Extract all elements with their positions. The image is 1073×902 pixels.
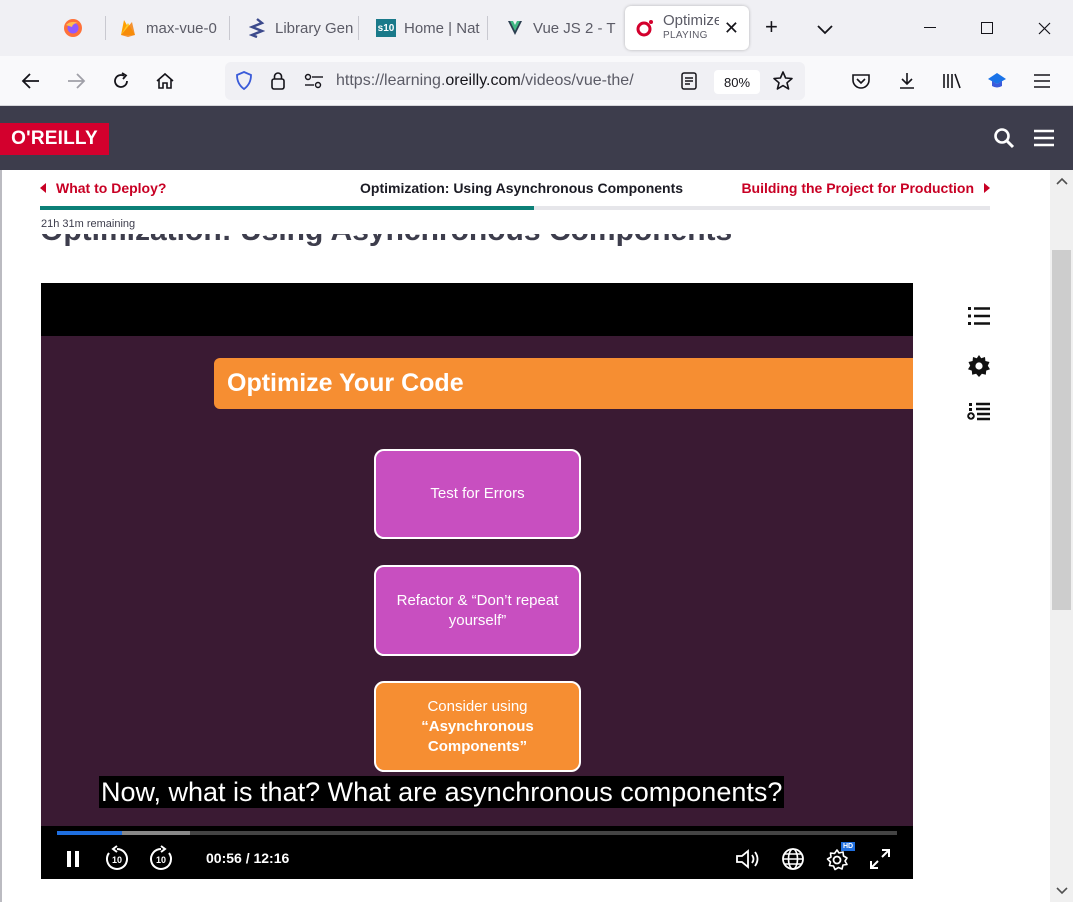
hamburger-menu-icon[interactable]: [1032, 126, 1056, 150]
video-timecode: 00:56 / 12:16: [206, 850, 290, 866]
rewind-10-icon[interactable]: 10: [103, 845, 131, 872]
extension-icon[interactable]: [983, 67, 1011, 95]
reload-icon[interactable]: [107, 67, 135, 95]
time-remaining: 21h 31m remaining: [41, 218, 136, 230]
bookmark-star-icon[interactable]: [772, 70, 794, 97]
oreilly-icon: [635, 18, 655, 38]
table-of-contents-icon[interactable]: [966, 303, 992, 329]
slide-box-test-errors: Test for Errors: [374, 449, 581, 539]
pocket-icon[interactable]: [847, 67, 875, 95]
lock-icon[interactable]: [269, 71, 287, 96]
add-to-playlist-icon[interactable]: [966, 399, 992, 425]
maximize-icon[interactable]: [964, 10, 1010, 46]
seek-bar[interactable]: [57, 831, 897, 835]
reader-view-icon[interactable]: [680, 71, 698, 96]
app-menu-icon[interactable]: [1028, 67, 1056, 95]
url-text[interactable]: https://learning.oreilly.com/videos/vue-…: [336, 72, 676, 90]
course-progress-fill: [40, 206, 534, 210]
tab-firefox[interactable]: [48, 6, 106, 50]
tab-library-genesis[interactable]: Library Gen: [247, 6, 359, 50]
tab-close-icon[interactable]: ✕: [724, 18, 739, 39]
current-lesson-title: Optimization: Using Asynchronous Compone…: [360, 180, 684, 196]
subtitle-caption: Now, what is that? What are asynchronous…: [99, 776, 785, 808]
vue-icon: [505, 18, 525, 38]
hd-badge: HD: [841, 842, 856, 851]
s10-icon: s10: [376, 19, 396, 37]
library-icon[interactable]: [938, 67, 966, 95]
oreilly-logo[interactable]: O'REILLY: [0, 123, 109, 155]
video-control-bar: 10 10 00:56 / 12:16 HD: [41, 826, 913, 879]
next-lesson-link[interactable]: Building the Project for Production: [741, 180, 990, 196]
home-icon[interactable]: [151, 67, 179, 95]
arrow-right-icon: [984, 183, 990, 193]
slide-box-async-components: Consider using “Asynchronous Components”: [374, 681, 581, 772]
permissions-icon[interactable]: [303, 73, 325, 94]
video-frame: Optimize Your Code Test for Errors Refac…: [41, 336, 913, 826]
tab-vue-js[interactable]: Vue JS 2 - T: [505, 6, 617, 50]
close-window-icon[interactable]: [1021, 10, 1067, 46]
search-icon[interactable]: [992, 126, 1016, 150]
tab-home-nat[interactable]: s10 Home | Nat: [376, 6, 488, 50]
scroll-down-icon[interactable]: [1054, 883, 1069, 898]
main-content: What to Deploy? Optimization: Using Asyn…: [0, 170, 1050, 902]
forward-icon[interactable]: [62, 67, 90, 95]
slide-box-refactor: Refactor & “Don’t repeat yourself”: [374, 565, 581, 656]
firebase-icon: [118, 18, 138, 38]
downloads-icon[interactable]: [893, 67, 921, 95]
tab-max-vue[interactable]: max-vue-0: [118, 6, 230, 50]
player-settings-gear-icon[interactable]: [966, 353, 992, 379]
forward-10-icon[interactable]: 10: [147, 845, 175, 872]
seek-played: [57, 831, 122, 835]
settings-gear-icon[interactable]: HD: [823, 842, 856, 872]
fullscreen-icon[interactable]: [867, 846, 893, 872]
navigation-toolbar: https://learning.oreilly.com/videos/vue-…: [0, 56, 1073, 106]
scroll-up-icon[interactable]: [1054, 173, 1069, 188]
firefox-icon: [63, 18, 83, 38]
scroll-thumb[interactable]: [1052, 250, 1071, 610]
new-tab-icon[interactable]: +: [765, 14, 778, 40]
page-title: Optimization: Using Asynchronous Compone…: [40, 234, 732, 264]
previous-lesson-link[interactable]: What to Deploy?: [40, 180, 166, 196]
list-all-tabs-icon[interactable]: [816, 16, 834, 42]
browser-tab-strip: max-vue-0 Library Gen s10 Home | Nat Vue…: [0, 0, 1073, 56]
svg-text:10: 10: [112, 855, 122, 865]
address-bar[interactable]: https://learning.oreilly.com/videos/vue-…: [225, 62, 805, 100]
volume-icon[interactable]: [733, 846, 763, 872]
svg-text:10: 10: [156, 855, 166, 865]
arrow-left-icon: [40, 183, 46, 193]
course-progress-bar: [40, 206, 990, 210]
site-header: O'REILLY: [0, 106, 1073, 170]
video-player[interactable]: Optimize Your Code Test for Errors Refac…: [41, 283, 913, 879]
minimize-icon[interactable]: [907, 10, 953, 46]
tracking-protection-shield-icon[interactable]: [233, 70, 255, 97]
tab-optimize-active[interactable]: Optimize PLAYING ✕: [625, 6, 749, 50]
pause-icon[interactable]: [61, 846, 85, 872]
course-navigation: What to Deploy? Optimization: Using Asyn…: [40, 180, 990, 200]
slide-title: Optimize Your Code: [214, 358, 913, 409]
back-icon[interactable]: [17, 67, 45, 95]
zoom-level-badge[interactable]: 80%: [714, 70, 760, 94]
library-genesis-icon: [247, 18, 267, 38]
page-scrollbar[interactable]: [1050, 170, 1073, 902]
language-globe-icon[interactable]: [780, 846, 806, 872]
